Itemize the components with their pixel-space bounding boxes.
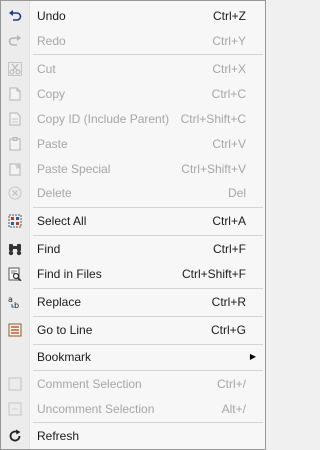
copy-id-icon bbox=[7, 111, 23, 127]
menu-item-label: Comment Selection bbox=[37, 377, 142, 391]
menu-item-label: Undo bbox=[37, 9, 66, 23]
separator bbox=[33, 370, 263, 371]
menu-item-label: Uncomment Selection bbox=[37, 402, 155, 416]
menu-item-undo[interactable]: Undo Ctrl+Z bbox=[1, 5, 265, 27]
separator bbox=[33, 344, 263, 345]
separator bbox=[33, 288, 263, 289]
menu-item-label: Refresh bbox=[37, 429, 80, 443]
menu-item-shortcut: Ctrl+F bbox=[213, 242, 246, 256]
separator bbox=[33, 422, 263, 423]
menu-item-shortcut: Alt+/ bbox=[221, 402, 246, 416]
menu-item-label: Paste bbox=[37, 137, 68, 151]
delete-icon bbox=[7, 185, 23, 201]
redo-icon bbox=[7, 33, 23, 49]
menu-item-shortcut: Del bbox=[227, 186, 246, 200]
menu-item-go-to-line[interactable]: Go to Line Ctrl+G bbox=[1, 319, 265, 341]
refresh-icon bbox=[7, 428, 23, 444]
menu-item-shortcut: Ctrl+G bbox=[210, 323, 246, 337]
menu-item-label: Replace bbox=[37, 295, 82, 309]
separator bbox=[33, 207, 263, 208]
menu-item-label: Go to Line bbox=[37, 323, 93, 337]
menu-item-paste-special[interactable]: Paste Special Ctrl+Shift+V bbox=[1, 158, 265, 180]
menu-item-shortcut: Ctrl+C bbox=[211, 87, 246, 101]
replace-icon: ab bbox=[7, 294, 23, 310]
menu-item-label: Bookmark bbox=[37, 350, 92, 364]
menu-item-label: Find bbox=[37, 242, 61, 256]
svg-text:b: b bbox=[14, 301, 19, 309]
submenu-arrow-icon: ▶ bbox=[249, 352, 256, 361]
menu-item-label: Paste Special bbox=[37, 162, 111, 176]
menu-item-redo[interactable]: Redo Ctrl+Y bbox=[1, 30, 265, 52]
menu-item-paste[interactable]: Paste Ctrl+V bbox=[1, 133, 265, 155]
menu-item-find[interactable]: Find Ctrl+F bbox=[1, 238, 265, 260]
menu-item-label: Find in Files bbox=[37, 267, 102, 281]
menu-item-shortcut: Ctrl+Y bbox=[212, 34, 246, 48]
separator bbox=[33, 54, 263, 55]
menu-item-shortcut: Ctrl+R bbox=[211, 295, 246, 309]
cut-icon bbox=[7, 61, 23, 77]
menu-item-label: Copy ID (Include Parent) bbox=[37, 112, 170, 126]
find-in-files-icon bbox=[7, 266, 23, 282]
menu-item-uncomment-selection[interactable]: Uncomment Selection Alt+/ bbox=[1, 398, 265, 420]
menu-item-select-all[interactable]: Select All Ctrl+A bbox=[1, 210, 265, 232]
menu-item-shortcut: Ctrl+Shift+V bbox=[181, 162, 246, 176]
menu-item-copy-id[interactable]: Copy ID (Include Parent) Ctrl+Shift+C bbox=[1, 108, 265, 130]
menu-item-replace[interactable]: ab Replace Ctrl+R bbox=[1, 291, 265, 313]
menu-item-label: Delete bbox=[37, 186, 72, 200]
menu-item-delete[interactable]: Delete Del bbox=[1, 182, 265, 204]
menu-item-cut[interactable]: Cut Ctrl+X bbox=[1, 58, 265, 80]
paste-icon bbox=[7, 136, 23, 152]
copy-icon bbox=[7, 86, 23, 102]
paste-special-icon bbox=[7, 161, 23, 177]
menu-item-shortcut: Ctrl+/ bbox=[216, 377, 246, 391]
menu-item-label: Cut bbox=[37, 62, 56, 76]
menu-item-shortcut: Ctrl+Shift+C bbox=[180, 112, 246, 126]
binoculars-icon bbox=[7, 241, 23, 257]
svg-text:a: a bbox=[8, 295, 13, 304]
select-all-icon bbox=[7, 213, 23, 229]
edit-context-menu: Undo Ctrl+Z Redo Ctrl+Y Cut Ctrl+X Copy … bbox=[0, 0, 266, 450]
menu-item-shortcut: Ctrl+Shift+F bbox=[181, 267, 246, 281]
menu-item-shortcut: Ctrl+A bbox=[212, 214, 246, 228]
menu-item-copy[interactable]: Copy Ctrl+C bbox=[1, 83, 265, 105]
uncomment-icon bbox=[7, 401, 23, 417]
go-to-line-icon bbox=[7, 322, 23, 338]
menu-item-shortcut: Ctrl+Z bbox=[213, 9, 246, 23]
menu-item-shortcut: Ctrl+V bbox=[212, 137, 246, 151]
comment-icon bbox=[7, 376, 23, 392]
menu-item-comment-selection[interactable]: Comment Selection Ctrl+/ bbox=[1, 373, 265, 395]
undo-icon bbox=[7, 8, 23, 24]
menu-item-refresh[interactable]: Refresh bbox=[1, 425, 265, 447]
menu-item-shortcut: Ctrl+X bbox=[212, 62, 246, 76]
menu-item-bookmark[interactable]: Bookmark ▶ bbox=[1, 346, 265, 368]
separator bbox=[33, 235, 263, 236]
menu-item-label: Redo bbox=[37, 34, 66, 48]
menu-item-label: Copy bbox=[37, 87, 66, 101]
separator bbox=[33, 316, 263, 317]
menu-item-find-in-files[interactable]: Find in Files Ctrl+Shift+F bbox=[1, 263, 265, 285]
menu-item-label: Select All bbox=[37, 214, 87, 228]
